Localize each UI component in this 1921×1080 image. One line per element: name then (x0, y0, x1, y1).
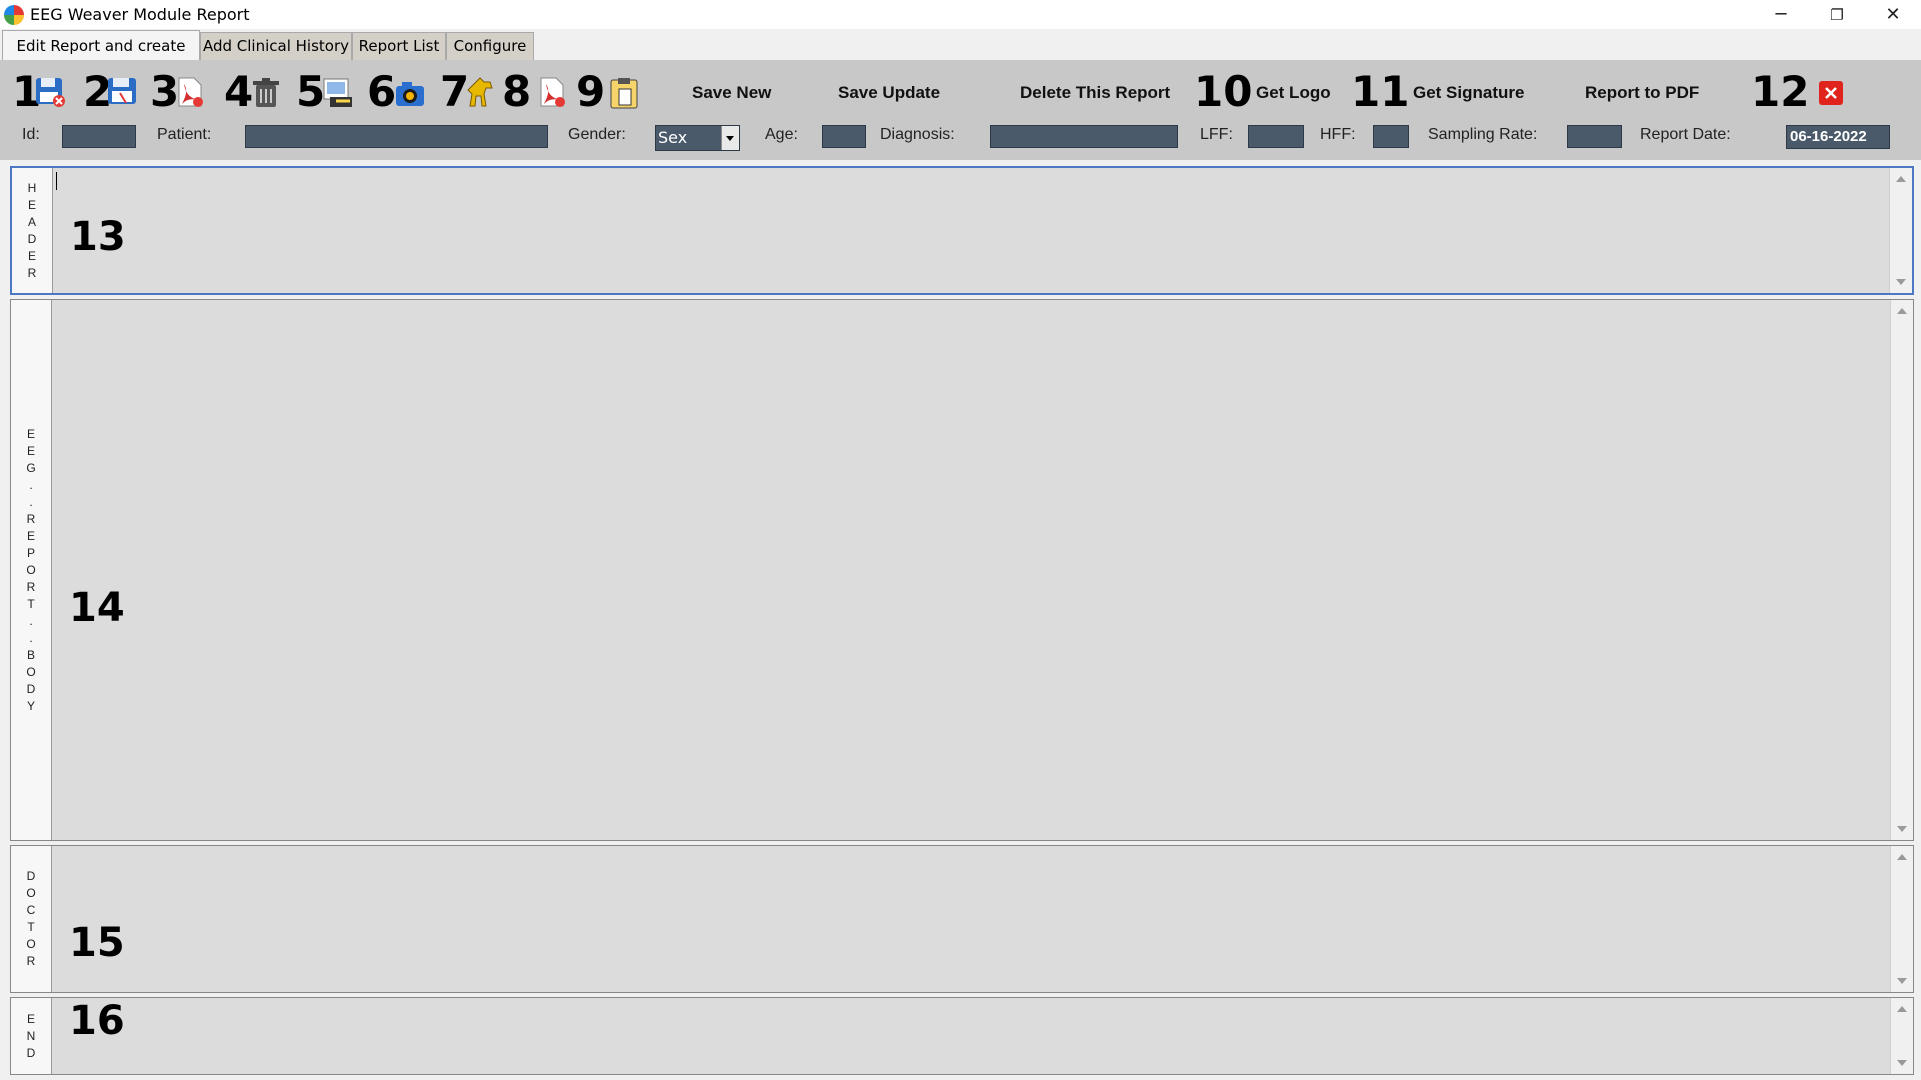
age-input[interactable] (822, 125, 866, 148)
trash-icon[interactable] (250, 77, 282, 109)
close-icon[interactable] (1818, 80, 1844, 106)
pdf-icon[interactable] (174, 76, 206, 108)
save-icon[interactable] (106, 76, 138, 108)
header-section[interactable]: H E A D E R 13 (10, 166, 1914, 295)
hff-label: HFF: (1320, 126, 1356, 143)
hff-input[interactable] (1373, 125, 1409, 148)
save-delete-icon[interactable] (34, 76, 66, 108)
doctor-section[interactable]: D O C T O R 15 (10, 845, 1914, 993)
get-logo-button[interactable]: Get Logo (1256, 83, 1331, 103)
marker-16: 16 (69, 998, 125, 1044)
id-label: Id: (22, 126, 40, 143)
report-body-section[interactable]: E E G . . R E P O R T . . B O D Y 14 (10, 299, 1914, 841)
report-date-input[interactable]: 06-16-2022 (1786, 125, 1890, 149)
diagnosis-label: Diagnosis: (880, 126, 955, 143)
doctor-section-label: D O C T O R (11, 846, 52, 992)
app-logo-icon (4, 4, 24, 25)
header-scrollbar[interactable] (1889, 168, 1912, 293)
marker-4: 4 (224, 67, 254, 116)
patient-input[interactable] (245, 125, 548, 148)
tab-configure[interactable]: Configure (446, 32, 534, 60)
marker-11: 11 (1351, 67, 1410, 116)
window-title: EEG Weaver Module Report (30, 5, 250, 24)
clipboard-icon[interactable] (608, 77, 640, 109)
title-bar: EEG Weaver Module Report ─ ❐ ✕ (0, 0, 1921, 29)
report-date-label: Report Date: (1640, 126, 1731, 143)
report-body-section-label: E E G . . R E P O R T . . B O D Y (11, 300, 52, 840)
marker-13: 13 (70, 214, 126, 260)
close-window-button[interactable]: ✕ (1865, 0, 1921, 29)
marker-9: 9 (576, 67, 606, 116)
end-scrollbar[interactable] (1890, 998, 1913, 1074)
marker-5: 5 (296, 67, 326, 116)
marker-14: 14 (69, 585, 125, 631)
header-section-label: H E A D E R (12, 168, 53, 293)
lff-input[interactable] (1248, 125, 1304, 148)
window-controls: ─ ❐ ✕ (1753, 0, 1921, 29)
image-edit-icon[interactable] (322, 77, 354, 109)
sampling-rate-input[interactable] (1567, 125, 1622, 148)
camera-icon[interactable] (394, 78, 426, 110)
text-cursor (56, 172, 57, 190)
tab-edit-report[interactable]: Edit Report and create PDF (2, 30, 200, 85)
gender-select[interactable]: Sex (655, 125, 740, 151)
patient-label: Patient: (157, 126, 212, 143)
report-body-scrollbar[interactable] (1890, 300, 1913, 840)
save-new-button[interactable]: Save New (692, 83, 771, 103)
tab-strip: Edit Report and create PDF Add Clinical … (0, 30, 1921, 85)
marker-6: 6 (367, 67, 397, 116)
age-label: Age: (765, 126, 798, 143)
marker-10: 10 (1194, 67, 1253, 116)
gender-label: Gender: (568, 126, 626, 143)
minimize-button[interactable]: ─ (1753, 0, 1809, 29)
lff-label: LFF: (1200, 126, 1233, 143)
marker-12: 12 (1751, 67, 1810, 116)
delete-report-button[interactable]: Delete This Report (1020, 83, 1170, 103)
horse-icon[interactable] (464, 76, 496, 108)
save-update-button[interactable]: Save Update (838, 83, 940, 103)
marker-8: 8 (502, 67, 532, 116)
gender-value: Sex (658, 128, 688, 147)
id-input[interactable] (62, 125, 136, 148)
report-to-pdf-button[interactable]: Report to PDF (1585, 83, 1699, 103)
tab-add-clinical-history[interactable]: Add Clinical History (200, 32, 352, 60)
pdf-icon[interactable] (536, 76, 568, 108)
sampling-rate-label: Sampling Rate: (1428, 126, 1538, 143)
get-signature-button[interactable]: Get Signature (1413, 83, 1524, 103)
diagnosis-input[interactable] (990, 125, 1178, 148)
end-section[interactable]: E N D 16 (10, 997, 1914, 1075)
tab-report-list[interactable]: Report List (352, 32, 446, 60)
chevron-down-icon[interactable] (721, 126, 739, 150)
end-section-label: E N D (11, 998, 52, 1074)
restore-button[interactable]: ❐ (1809, 0, 1865, 29)
marker-15: 15 (69, 920, 125, 966)
doctor-scrollbar[interactable] (1890, 846, 1913, 992)
